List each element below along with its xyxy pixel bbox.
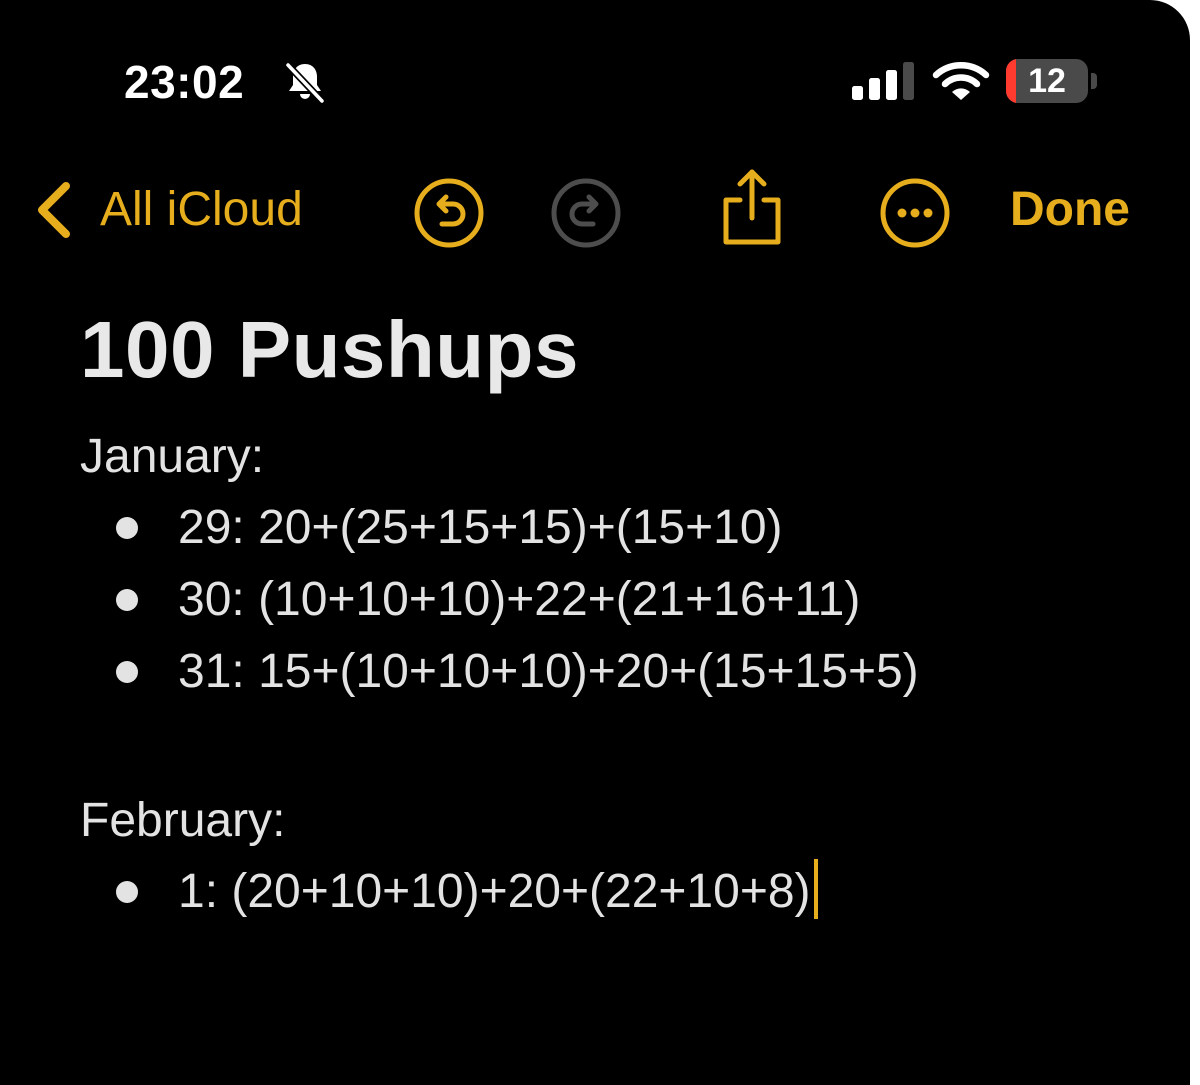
entry-text: 31: 15+(10+10+10)+20+(15+15+5) bbox=[178, 645, 919, 698]
bullet-icon bbox=[116, 881, 138, 903]
bell-slash-icon bbox=[284, 61, 326, 105]
text-cursor bbox=[813, 859, 818, 919]
wifi-icon bbox=[932, 62, 990, 100]
bullet-icon bbox=[116, 517, 138, 539]
cellular-signal-icon bbox=[852, 62, 914, 100]
undo-icon[interactable] bbox=[412, 176, 486, 250]
entry-text: 29: 20+(25+15+15)+(15+10) bbox=[178, 501, 783, 554]
battery-indicator: 12 bbox=[1006, 59, 1088, 103]
entry-text: 30: (10+10+10)+22+(21+16+11) bbox=[178, 573, 861, 626]
month-heading-february: February: bbox=[80, 794, 286, 847]
list-item: 1: (20+10+10)+20+(22+10+8) bbox=[80, 856, 1160, 928]
bullet-icon bbox=[116, 661, 138, 683]
battery-percent: 12 bbox=[1028, 62, 1066, 100]
list-item: 29: 20+(25+15+15)+(15+10) bbox=[80, 492, 1160, 564]
bullet-icon bbox=[116, 589, 138, 611]
entry-text: 1: (20+10+10)+20+(22+10+8) bbox=[178, 865, 811, 918]
redo-icon[interactable] bbox=[549, 176, 623, 250]
month-heading-january: January: bbox=[80, 430, 265, 483]
note-editor[interactable]: 100 Pushups January: 29: 20+(25+15+15)+(… bbox=[80, 300, 1160, 928]
back-label: All iCloud bbox=[100, 183, 303, 236]
entry-list-january: 29: 20+(25+15+15)+(15+10) 30: (10+10+10)… bbox=[80, 492, 1160, 708]
entry-list-february: 1: (20+10+10)+20+(22+10+8) bbox=[80, 856, 1160, 928]
done-button[interactable]: Done bbox=[1010, 178, 1130, 242]
status-time: 23:02 bbox=[124, 56, 245, 108]
chevron-left-icon bbox=[38, 182, 70, 238]
notes-screen: 23:02 12 All iCloud Done 100 Pushups Jan… bbox=[0, 0, 1190, 1085]
list-item: 30: (10+10+10)+22+(21+16+11) bbox=[80, 564, 1160, 636]
battery-cap bbox=[1091, 73, 1097, 89]
more-icon[interactable] bbox=[878, 176, 952, 250]
back-button[interactable]: All iCloud bbox=[34, 178, 303, 242]
share-icon[interactable] bbox=[718, 166, 786, 248]
list-item: 31: 15+(10+10+10)+20+(15+15+5) bbox=[80, 636, 1160, 708]
note-title: 100 Pushups bbox=[80, 305, 580, 394]
